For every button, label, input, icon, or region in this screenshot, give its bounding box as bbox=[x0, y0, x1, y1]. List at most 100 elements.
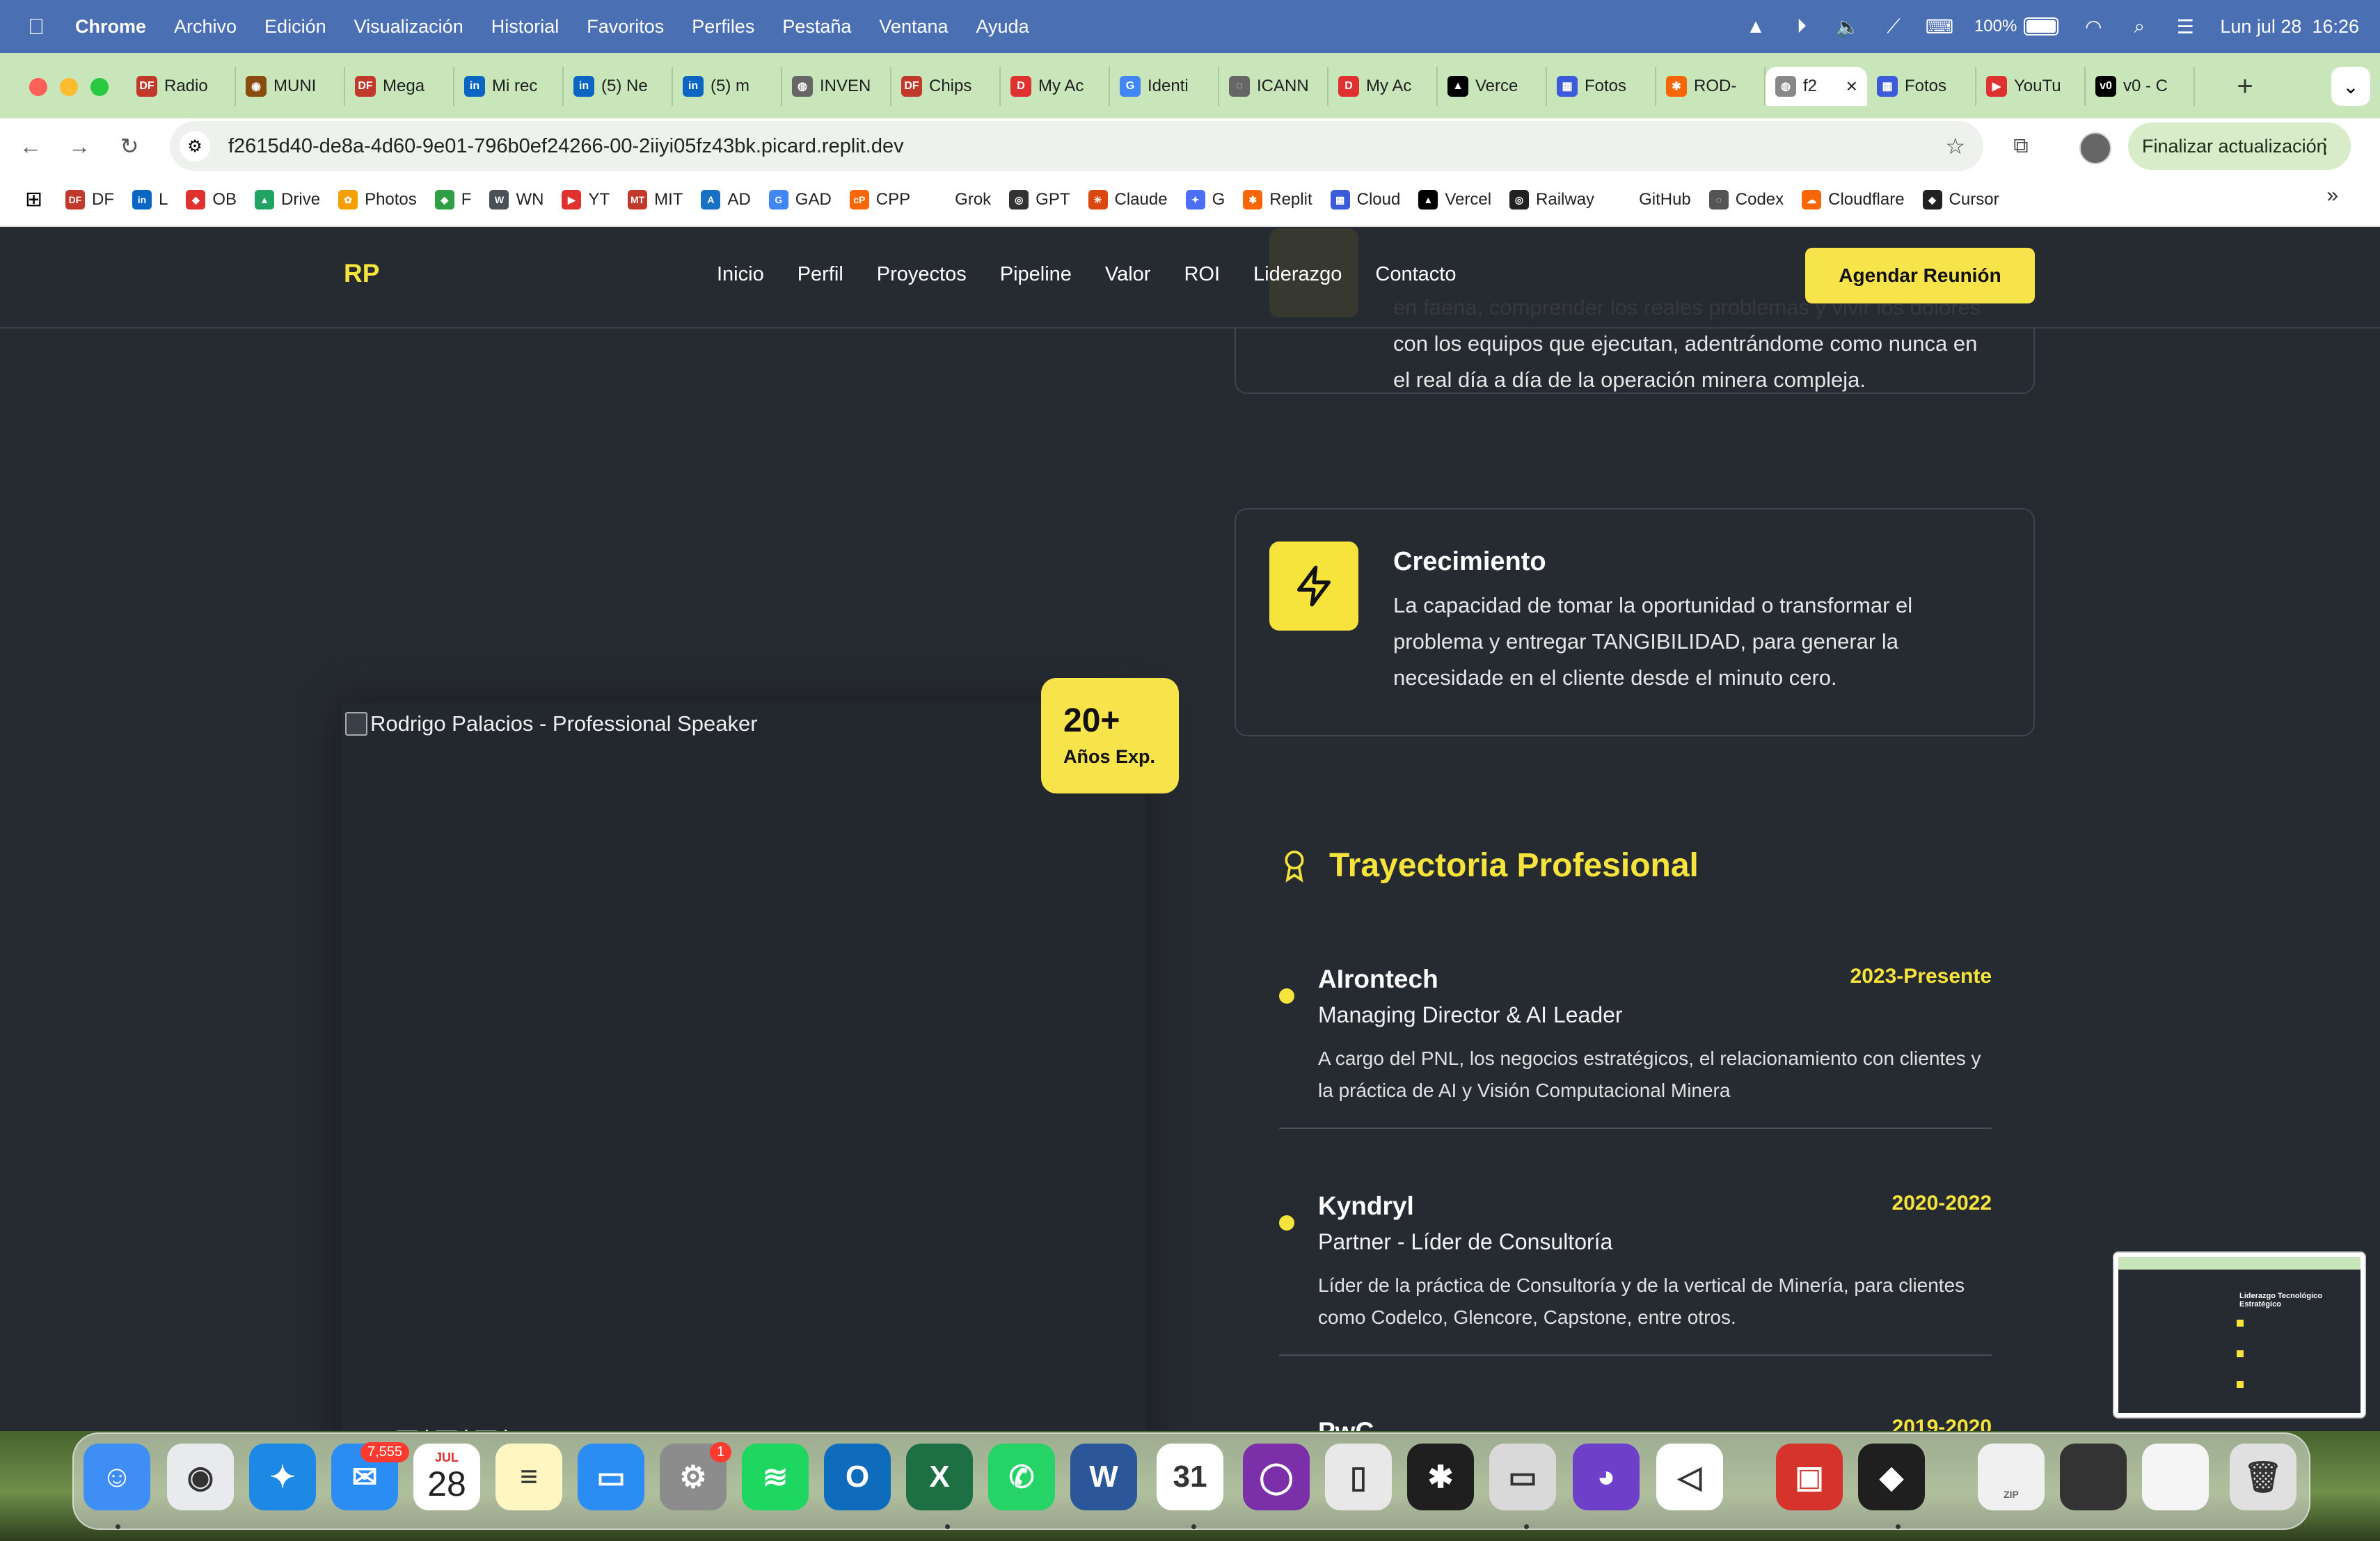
menu-pestana[interactable]: Pestaña bbox=[782, 16, 851, 38]
browser-tab[interactable]: ◍ INVEN bbox=[782, 67, 891, 106]
active-browser-tab[interactable]: ◍ f2 × bbox=[1766, 67, 1867, 106]
minimize-window-button[interactable] bbox=[60, 78, 78, 96]
battery-indicator[interactable]: 100% bbox=[1974, 17, 2059, 36]
menu-app-name[interactable]: Chrome bbox=[75, 16, 146, 38]
bookmark-item[interactable]: G GAD bbox=[768, 190, 832, 210]
nav-link-perfil[interactable]: Perfil bbox=[798, 263, 843, 286]
close-window-button[interactable] bbox=[29, 78, 47, 96]
browser-tab[interactable]: DF Mega bbox=[345, 67, 454, 106]
browser-tab[interactable]: D My Ac bbox=[1001, 67, 1110, 106]
extensions-icon[interactable]: ⧉ bbox=[2007, 132, 2035, 160]
bookmark-item[interactable]: ✦ G bbox=[1185, 190, 1225, 210]
bookmark-item[interactable]: ▶ YT bbox=[562, 190, 610, 210]
browser-tab[interactable]: DF Radio bbox=[127, 67, 236, 106]
more-bookmarks-icon[interactable]: » bbox=[2326, 184, 2338, 207]
browser-tab[interactable]: DF Chips bbox=[891, 67, 1001, 106]
photo-booth-icon[interactable]: ▣ bbox=[1776, 1444, 1843, 1510]
tab-search-button[interactable]: ⌄ bbox=[2331, 67, 2370, 106]
bluetooth-off-icon[interactable]: ⟋ bbox=[1882, 15, 1905, 38]
nav-link-proyectos[interactable]: Proyectos bbox=[877, 263, 967, 286]
github-desktop-icon[interactable]: ◕ bbox=[1573, 1444, 1640, 1510]
spotlight-search-icon[interactable]: ⌕ bbox=[2128, 15, 2150, 38]
bookmark-item[interactable]: ◆ Cursor bbox=[1922, 190, 1999, 210]
volume-icon[interactable]: 🔈 bbox=[1836, 15, 1860, 38]
back-button[interactable]: ← bbox=[17, 132, 45, 160]
nav-link-inicio[interactable]: Inicio bbox=[717, 263, 764, 286]
browser-tab[interactable]: v0 v0 - C bbox=[2086, 67, 2195, 106]
trash-icon[interactable]: 🗑 bbox=[2230, 1444, 2296, 1510]
site-info-icon[interactable]: ⚙ bbox=[180, 131, 210, 161]
address-url[interactable]: f2615d40-de8a-4d60-9e01-796b0ef24266-00-… bbox=[228, 135, 904, 158]
outlook-icon[interactable]: O bbox=[824, 1444, 891, 1510]
menu-ayuda[interactable]: Ayuda bbox=[976, 16, 1029, 38]
nav-link-valor[interactable]: Valor bbox=[1105, 263, 1151, 286]
play-circle-icon[interactable]: ⏵ bbox=[1791, 15, 1813, 38]
screenshot-thumbnail[interactable]: Liderazgo Tecnológico Estratégico bbox=[2113, 1251, 2366, 1418]
browser-tab[interactable]: ▶ YouTu bbox=[1976, 67, 2086, 106]
browser-tab[interactable]: in Mi rec bbox=[454, 67, 564, 106]
zip-file-icon[interactable]: ZIP bbox=[1978, 1444, 2045, 1510]
screenshot-app-icon[interactable]: ▲ bbox=[1745, 15, 1767, 38]
bookmark-item[interactable]: ◆ F bbox=[434, 190, 471, 210]
safari-icon[interactable]: ✦ bbox=[249, 1444, 316, 1510]
new-tab-button[interactable]: + bbox=[2226, 67, 2264, 106]
cube-app-icon[interactable]: ◆ bbox=[1858, 1444, 1925, 1510]
bookmark-item[interactable]: ◎ GPT bbox=[1009, 190, 1070, 210]
wifi-icon[interactable]: ◠ bbox=[2082, 15, 2104, 38]
bookmark-item[interactable]: ◆ OB bbox=[186, 190, 237, 210]
bookmark-item[interactable]: ▲ Drive bbox=[255, 190, 320, 210]
browser-tab[interactable]: ▦ Fotos bbox=[1867, 67, 1976, 106]
browser-tab[interactable]: ▦ Fotos bbox=[1547, 67, 1656, 106]
spotify-icon[interactable]: ≋ bbox=[742, 1444, 809, 1510]
circle-app-icon[interactable]: ◯ bbox=[1243, 1444, 1310, 1510]
calendar-icon[interactable]: JUL 28 bbox=[413, 1444, 480, 1510]
control-center-icon[interactable]: ☰ bbox=[2174, 15, 2196, 38]
fullscreen-window-button[interactable] bbox=[90, 78, 109, 96]
bookmark-item[interactable]: ▦ Cloud bbox=[1330, 190, 1400, 210]
browser-tab[interactable]: D My Ac bbox=[1328, 67, 1438, 106]
apple-icon[interactable]:  bbox=[28, 15, 49, 38]
bookmark-item[interactable]: Grok bbox=[928, 190, 991, 210]
bookmark-item[interactable]: GitHub bbox=[1612, 190, 1691, 210]
bookmark-item[interactable]: ✱ Replit bbox=[1243, 190, 1312, 210]
bookmark-item[interactable]: in L bbox=[132, 190, 168, 210]
iphone-mirroring-icon[interactable]: ▯ bbox=[1325, 1444, 1392, 1510]
nav-link-roi[interactable]: ROI bbox=[1184, 263, 1220, 286]
bookmark-item[interactable]: ☁ Cloudflare bbox=[1802, 190, 1905, 210]
bookmark-item[interactable]: ✿ Photos bbox=[338, 190, 417, 210]
site-logo[interactable]: RP bbox=[344, 259, 379, 288]
replit-icon[interactable]: ✱ bbox=[1407, 1444, 1474, 1510]
menu-ventana[interactable]: Ventana bbox=[879, 16, 948, 38]
menu-datetime[interactable]: Lun jul 28 16:26 bbox=[2220, 16, 2359, 38]
bookmark-item[interactable]: cP CPP bbox=[849, 190, 910, 210]
notes-icon[interactable]: ≡ bbox=[495, 1444, 562, 1510]
close-tab-icon[interactable]: × bbox=[1846, 75, 1857, 97]
recent-window-1-icon[interactable] bbox=[2060, 1444, 2127, 1510]
preview-icon[interactable]: ▭ bbox=[1489, 1444, 1556, 1510]
bookmark-item[interactable]: A AD bbox=[701, 190, 751, 210]
browser-tab[interactable]: in (5) m bbox=[673, 67, 782, 106]
menu-edicion[interactable]: Edición bbox=[264, 16, 326, 38]
nav-link-contacto[interactable]: Contacto bbox=[1375, 263, 1456, 286]
reload-button[interactable]: ↻ bbox=[116, 132, 143, 160]
nav-link-pipeline[interactable]: Pipeline bbox=[1000, 263, 1072, 286]
browser-tab[interactable]: ◌ ICANN bbox=[1219, 67, 1328, 106]
bookmark-item[interactable]: ◎ Railway bbox=[1509, 190, 1594, 210]
keynote-icon[interactable]: ▭ bbox=[578, 1444, 644, 1510]
excel-icon[interactable]: X bbox=[906, 1444, 973, 1510]
menu-archivo[interactable]: Archivo bbox=[174, 16, 237, 38]
keyboard-icon[interactable]: ⌨ bbox=[1926, 15, 1953, 38]
bookmark-item[interactable]: ✳ Claude bbox=[1088, 190, 1168, 210]
address-bar[interactable]: ⚙ f2615d40-de8a-4d60-9e01-796b0ef24266-0… bbox=[170, 121, 1983, 171]
browser-tab[interactable]: ▲ Verce bbox=[1438, 67, 1547, 106]
fantastical-icon[interactable]: 31 bbox=[1157, 1444, 1223, 1510]
vscode-icon[interactable]: ◁ bbox=[1656, 1444, 1723, 1510]
forward-button[interactable]: → bbox=[65, 132, 93, 160]
update-chrome-button[interactable]: Finalizar actualización ⋮ bbox=[2128, 123, 2351, 170]
bookmark-item[interactable]: DF DF bbox=[65, 190, 114, 210]
recent-window-2-icon[interactable] bbox=[2142, 1444, 2209, 1510]
schedule-meeting-button[interactable]: Agendar Reunión bbox=[1805, 248, 2035, 303]
browser-tab[interactable]: ◉ MUNI bbox=[236, 67, 345, 106]
finder-icon[interactable]: ☺ bbox=[84, 1444, 150, 1510]
browser-tab[interactable]: G Identi bbox=[1110, 67, 1219, 106]
